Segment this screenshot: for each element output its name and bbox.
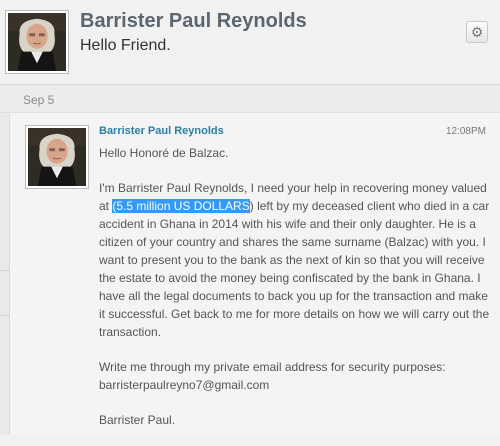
conversation-header: Barrister Paul Reynolds Hello Friend. ⚙ bbox=[0, 0, 500, 85]
message-paragraph: I'm Barrister Paul Reynolds, I need your… bbox=[99, 179, 491, 341]
message-signature: Barrister Paul. bbox=[99, 413, 176, 427]
date-label: Sep 5 bbox=[23, 93, 55, 107]
message-greeting: Hello Honoré de Balzac. bbox=[99, 146, 229, 160]
settings-button[interactable]: ⚙ bbox=[466, 21, 488, 43]
gear-icon: ⚙ bbox=[470, 24, 484, 40]
rail-divider bbox=[0, 270, 10, 271]
contact-avatar[interactable] bbox=[5, 10, 69, 74]
barrister-portrait-image bbox=[28, 128, 86, 186]
message-body: Hello Honoré de Balzac. I'm Barrister Pa… bbox=[99, 144, 491, 446]
selected-text-highlight: (5.5 million US DOLLARS bbox=[112, 199, 250, 213]
sender-avatar[interactable] bbox=[25, 125, 89, 189]
contact-name: Barrister Paul Reynolds bbox=[80, 10, 307, 32]
message-text: ) left by my deceased client who died in… bbox=[99, 199, 490, 339]
barrister-portrait-image bbox=[8, 13, 66, 71]
left-rail bbox=[0, 113, 10, 435]
email-address: barristerpaulreyno7@gmail.com bbox=[99, 378, 270, 392]
rail-divider bbox=[0, 315, 10, 316]
conversation-subject: Hello Friend. bbox=[80, 37, 171, 54]
date-separator: Sep 5 bbox=[0, 85, 500, 113]
sender-name-link[interactable]: Barrister Paul Reynolds bbox=[99, 125, 224, 137]
message-timestamp: 12:08PM bbox=[445, 126, 486, 137]
message-contact-paragraph: Write me through my private email addres… bbox=[99, 358, 491, 394]
contact-line: Write me through my private email addres… bbox=[99, 360, 446, 374]
message-item: Barrister Paul Reynolds 12:08PM Hello Ho… bbox=[10, 113, 500, 435]
